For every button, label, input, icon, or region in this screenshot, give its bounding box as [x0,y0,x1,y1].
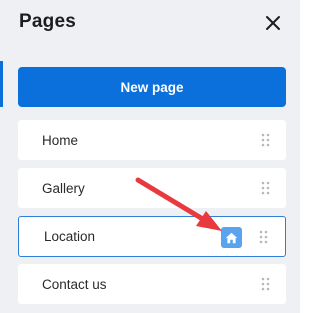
page-item-label: Home [42,132,79,148]
page-item-gallery[interactable]: Gallery [18,168,286,208]
drag-handle-icon[interactable] [259,230,268,244]
pages-panel: Pages New page Home Gallery Location Con… [0,0,304,313]
page-item-location[interactable]: Location [18,216,286,257]
drag-handle-icon[interactable] [261,277,270,291]
page-item-contact-us[interactable]: Contact us [18,264,286,304]
panel-left-accent [0,61,3,107]
close-icon [266,16,280,30]
panel-right-edge [300,0,304,313]
home-icon [225,232,238,243]
page-item-label: Location [44,229,96,244]
page-item-label: Contact us [42,276,107,292]
drag-handle-icon[interactable] [261,133,270,147]
new-page-button[interactable]: New page [18,67,286,107]
panel-title: Pages [19,11,76,32]
page-item-home[interactable]: Home [18,120,286,160]
page-item-label: Gallery [42,180,85,196]
drag-handle-icon[interactable] [261,181,270,195]
new-page-button-label: New page [120,79,184,95]
set-home-button[interactable] [221,227,242,248]
close-button[interactable] [262,12,284,34]
